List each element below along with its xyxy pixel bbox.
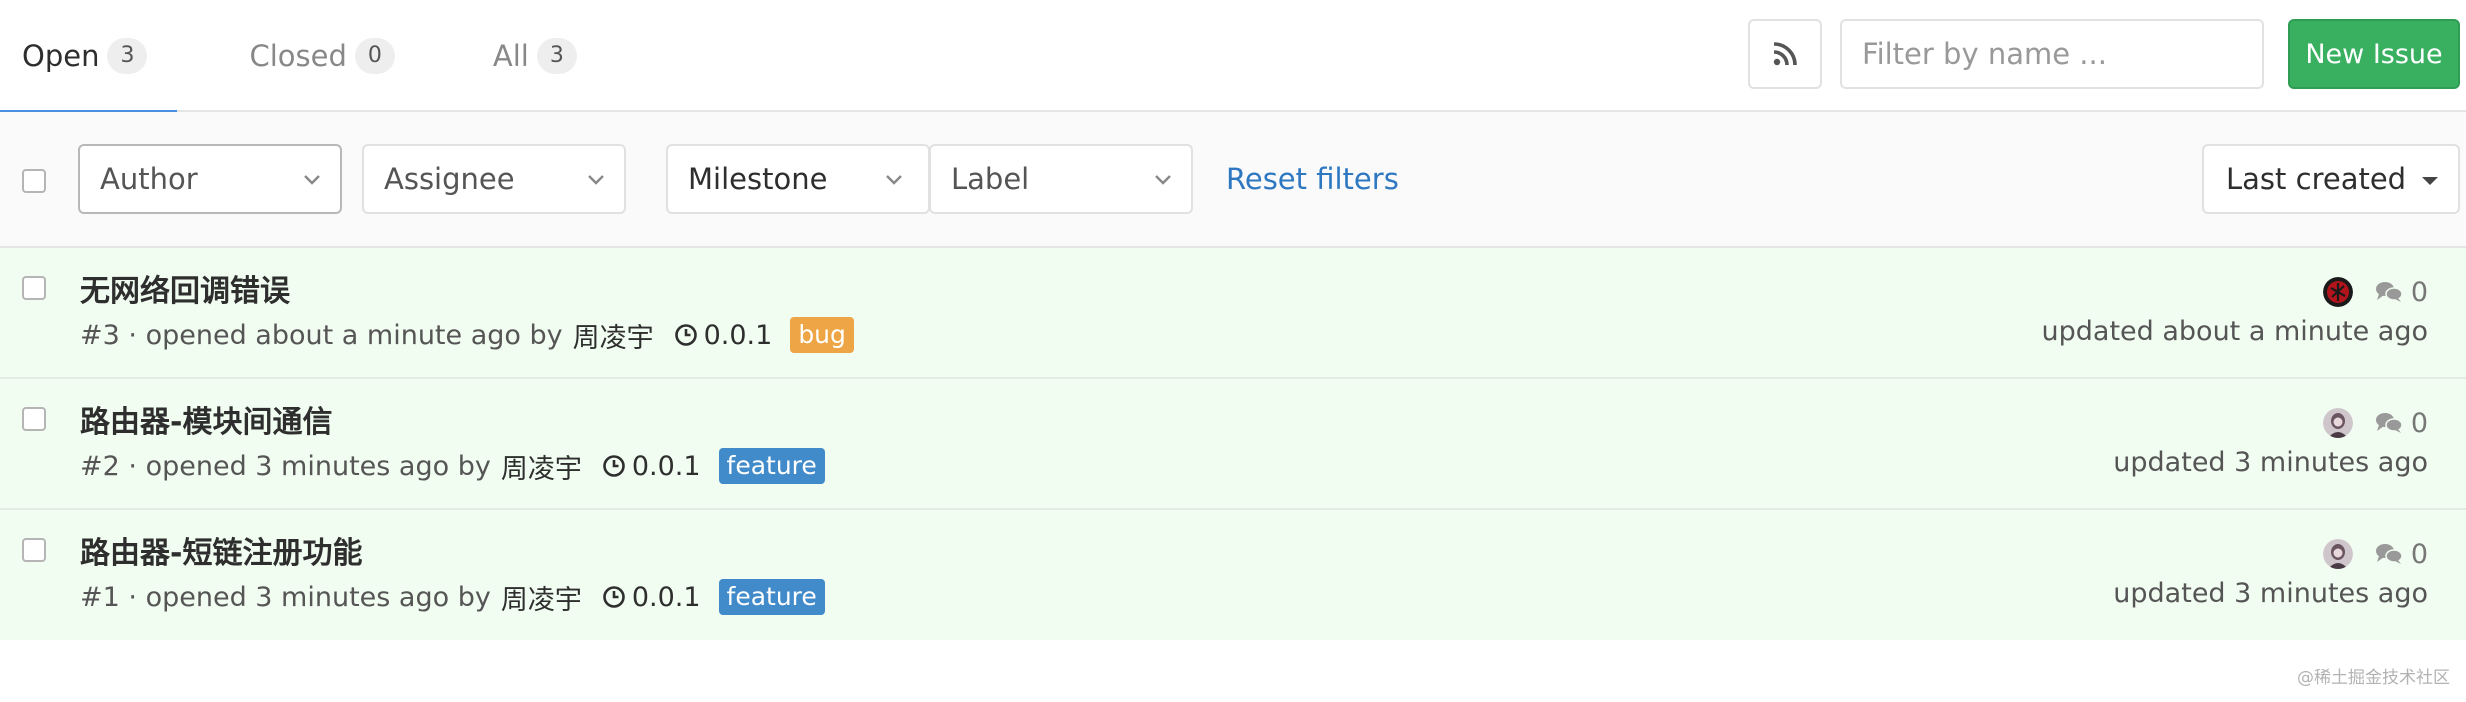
assignee-avatar[interactable] xyxy=(2322,539,2353,569)
filter-by-name-input[interactable] xyxy=(1840,19,2264,89)
rss-icon xyxy=(1773,42,1797,66)
issue-checkbox[interactable] xyxy=(22,407,46,431)
issue-meta: #1 · opened 3 minutes ago by 周凌宇 0.0.1 f… xyxy=(80,576,825,618)
rss-feed-button[interactable] xyxy=(1748,19,1822,89)
issue-right-info: 0 xyxy=(2322,536,2428,572)
tab-all[interactable]: All 3 xyxy=(429,0,601,112)
sort-dropdown[interactable]: Last created xyxy=(2202,144,2460,214)
issue-opened-text: · opened about a minute ago by xyxy=(128,319,563,351)
filter-bar: Author Assignee Milestone Label Reset fi… xyxy=(0,112,2466,248)
issue-checkbox[interactable] xyxy=(22,276,46,300)
issue-opened-text: · opened 3 minutes ago by xyxy=(128,450,491,482)
chevron-down-icon xyxy=(304,175,320,185)
issue-milestone-label: 0.0.1 xyxy=(703,319,773,351)
tab-open[interactable]: Open 3 xyxy=(0,0,178,114)
assignee-filter-label: Assignee xyxy=(384,162,515,196)
comments-count-link[interactable]: 0 xyxy=(2375,539,2428,570)
chevron-down-icon xyxy=(1155,175,1171,185)
issue-updated-text: updated 3 minutes ago xyxy=(2113,447,2428,478)
issue-number: #2 xyxy=(80,450,120,482)
label-filter-dropdown[interactable]: Label xyxy=(929,144,1193,214)
state-tabs: Open 3 Closed 0 All 3 xyxy=(0,0,601,114)
issue-author-link[interactable]: 周凌宇 xyxy=(501,447,582,486)
tab-open-label: Open xyxy=(22,39,100,73)
clock-icon xyxy=(603,586,625,608)
comments-count-link[interactable]: 0 xyxy=(2375,408,2428,439)
sort-dropdown-label: Last created xyxy=(2226,162,2407,196)
issue-number: #3 xyxy=(80,319,120,351)
chevron-down-icon xyxy=(588,175,604,185)
author-filter-dropdown[interactable]: Author xyxy=(78,144,342,214)
issue-milestone-link[interactable]: 0.0.1 xyxy=(674,319,773,351)
tab-open-count: 3 xyxy=(107,38,148,74)
comments-count-link[interactable]: 0 xyxy=(2375,277,2428,308)
issue-row: 路由器-短链注册功能 #1 · opened 3 minutes ago by … xyxy=(0,510,2466,640)
issue-milestone-label: 0.0.1 xyxy=(631,581,701,613)
caret-down-icon xyxy=(2422,177,2438,185)
issue-updated-text: updated about a minute ago xyxy=(2041,316,2428,347)
issue-opened-text: · opened 3 minutes ago by xyxy=(128,581,491,613)
issue-right-info: 0 xyxy=(2322,274,2428,310)
issue-author-link[interactable]: 周凌宇 xyxy=(501,578,582,617)
assignee-filter-dropdown[interactable]: Assignee xyxy=(362,144,626,214)
reset-filters-link[interactable]: Reset filters xyxy=(1226,144,1399,214)
issue-label-badge[interactable]: feature xyxy=(718,448,825,484)
label-filter-label: Label xyxy=(951,162,1030,196)
comments-icon xyxy=(2375,544,2403,564)
issue-milestone-link[interactable]: 0.0.1 xyxy=(602,582,701,613)
issue-title-link[interactable]: 路由器-模块间通信 xyxy=(80,397,332,441)
issue-milestone-link[interactable]: 0.0.1 xyxy=(602,451,701,482)
clock-icon xyxy=(674,324,697,346)
milestone-filter-label: Milestone xyxy=(688,162,828,196)
issue-milestone-label: 0.0.1 xyxy=(631,450,701,482)
author-filter-label: Author xyxy=(100,162,198,196)
issue-list: 无网络回调错误 #3 · opened about a minute ago b… xyxy=(0,248,2466,640)
select-all-checkbox[interactable] xyxy=(22,169,46,193)
issue-label-badge[interactable]: bug xyxy=(790,317,854,353)
tab-all-count: 3 xyxy=(536,38,577,74)
tab-closed[interactable]: Closed 0 xyxy=(177,0,428,112)
issue-checkbox[interactable] xyxy=(22,538,46,562)
comments-icon xyxy=(2375,282,2403,302)
issue-label-badge[interactable]: feature xyxy=(718,579,825,615)
issue-updated-text: updated 3 minutes ago xyxy=(2113,578,2428,609)
issue-meta: #2 · opened 3 minutes ago by 周凌宇 0.0.1 f… xyxy=(80,445,825,487)
issue-title-link[interactable]: 无网络回调错误 xyxy=(80,266,290,310)
issues-top-bar: Open 3 Closed 0 All 3 New Issue xyxy=(0,0,2466,114)
clock-icon xyxy=(603,455,625,477)
tab-all-label: All xyxy=(492,39,529,73)
milestone-filter-dropdown[interactable]: Milestone xyxy=(666,144,930,214)
tab-closed-label: Closed xyxy=(249,39,347,73)
chevron-down-icon xyxy=(886,175,902,185)
issue-row: 路由器-模块间通信 #2 · opened 3 minutes ago by 周… xyxy=(0,379,2466,510)
tab-closed-count: 0 xyxy=(354,38,395,74)
assignee-avatar[interactable] xyxy=(2322,277,2353,307)
issue-row: 无网络回调错误 #3 · opened about a minute ago b… xyxy=(0,248,2466,379)
new-issue-button[interactable]: New Issue xyxy=(2288,19,2460,89)
assignee-avatar[interactable] xyxy=(2322,408,2353,438)
issue-author-link[interactable]: 周凌宇 xyxy=(573,316,654,355)
issue-right-info: 0 xyxy=(2322,405,2428,441)
comments-icon xyxy=(2375,413,2403,433)
comments-count: 0 xyxy=(2410,538,2428,570)
issue-title-link[interactable]: 路由器-短链注册功能 xyxy=(80,528,362,572)
issue-meta: #3 · opened about a minute ago by 周凌宇 0.… xyxy=(80,314,854,356)
comments-count: 0 xyxy=(2410,407,2428,439)
watermark: @稀土掘金技术社区 xyxy=(2297,668,2450,688)
comments-count: 0 xyxy=(2410,276,2428,308)
issue-number: #1 xyxy=(80,581,120,613)
